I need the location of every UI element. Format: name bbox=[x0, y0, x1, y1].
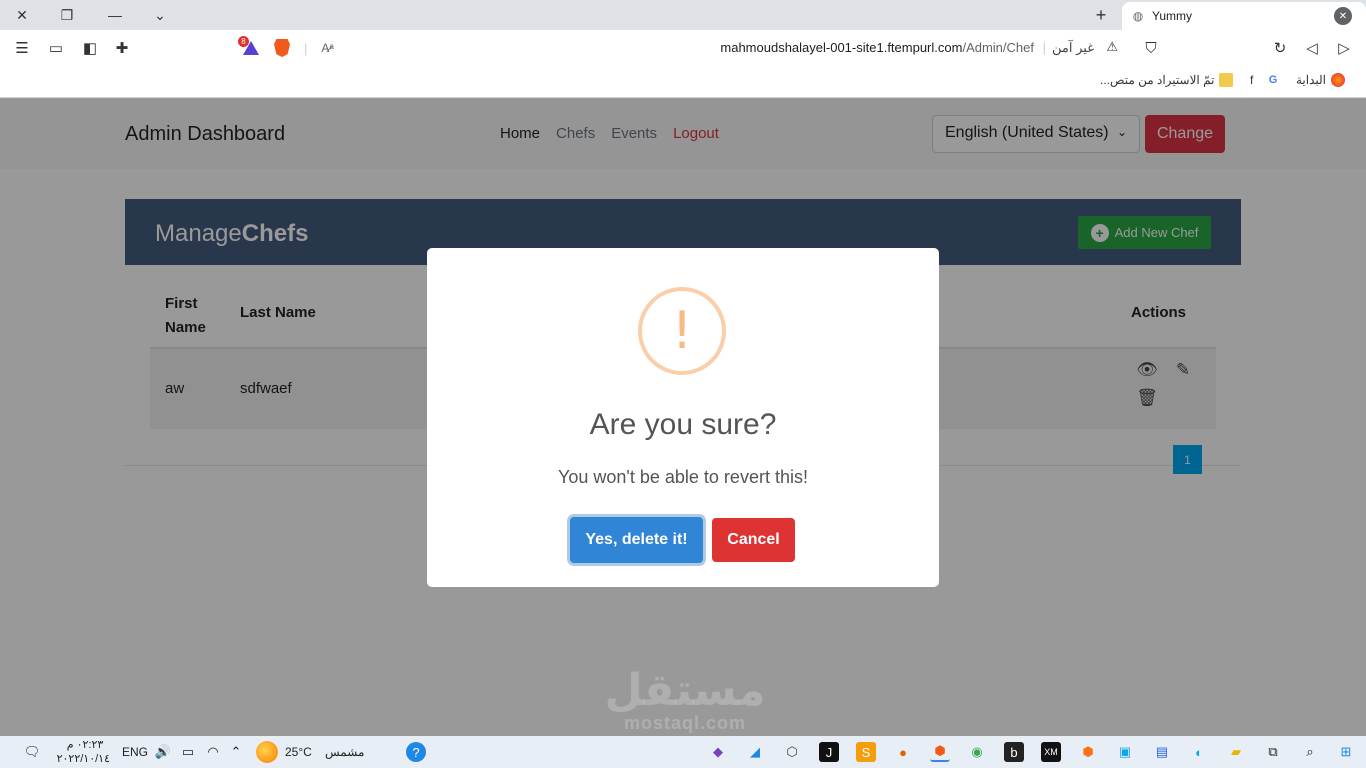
brave-rewards-icon[interactable]: 8 bbox=[238, 36, 260, 58]
file-explorer-icon[interactable]: ▰ bbox=[1226, 742, 1246, 762]
security-label[interactable]: غير آمن bbox=[1052, 40, 1094, 56]
forward-icon[interactable]: ▷ bbox=[1333, 37, 1355, 59]
bookmark-icon[interactable]: ⛉ bbox=[1140, 37, 1162, 59]
bookmark-google[interactable]: G bbox=[1266, 73, 1280, 87]
restore-window-icon[interactable]: ❐ bbox=[56, 4, 78, 26]
reload-icon[interactable]: ↻ bbox=[1269, 37, 1291, 59]
xm-icon[interactable]: XM bbox=[1041, 742, 1061, 762]
close-window-icon[interactable]: ✕ bbox=[11, 4, 33, 26]
confirm-delete-button[interactable]: Yes, delete it! bbox=[570, 517, 703, 563]
tab-close-icon[interactable]: ✕ bbox=[1334, 7, 1352, 25]
bookmark-label: البداية bbox=[1296, 73, 1327, 87]
notification-icon[interactable]: 🗨 bbox=[22, 742, 42, 762]
extensions-icon[interactable]: ✚ bbox=[111, 37, 133, 59]
system-clock[interactable]: ٠٢:٢٣ م ٢٠٢٢/١٠/١٤ bbox=[56, 738, 110, 766]
warning-glyph: ! bbox=[671, 301, 693, 361]
browser-toolbar: ☰ ▭ ◧ ✚ 8 | A̷ᵃ mahmoudshalayel-001-site… bbox=[0, 30, 1366, 66]
bookmark-imported-folder[interactable]: تمّ الاستيراد من متص... bbox=[1100, 73, 1234, 87]
chevron-up-icon[interactable]: ⌃ bbox=[226, 742, 246, 762]
bing-icon[interactable]: b bbox=[1004, 742, 1024, 762]
divider: | bbox=[1042, 40, 1046, 55]
edge-icon[interactable]: ◐ bbox=[1189, 742, 1209, 762]
back-icon[interactable]: ◁ bbox=[1301, 37, 1323, 59]
new-tab-button[interactable]: + bbox=[1090, 4, 1112, 26]
sidebar-icon[interactable]: ◧ bbox=[79, 37, 101, 59]
clock-date: ٢٠٢٢/١٠/١٤ bbox=[56, 753, 110, 765]
sublime-icon[interactable]: S bbox=[856, 742, 876, 762]
tab-yummy[interactable]: ◍ Yummy ✕ bbox=[1122, 2, 1366, 30]
url-host: mahmoudshalayel-001-site1.ftempurl.com bbox=[720, 40, 963, 55]
google-icon: G bbox=[1268, 74, 1278, 86]
divider: | bbox=[304, 40, 308, 56]
bookmark-home[interactable]: البداية bbox=[1296, 73, 1346, 87]
tab-search-chevron-icon[interactable]: ⌄ bbox=[149, 4, 171, 26]
translate-icon[interactable]: A̷ᵃ bbox=[321, 41, 333, 55]
brave-taskbar-icon[interactable]: ⬢ bbox=[930, 742, 950, 762]
vscode-icon[interactable]: ◢ bbox=[745, 742, 765, 762]
url-text[interactable]: mahmoudshalayel-001-site1.ftempurl.com/A… bbox=[720, 40, 1034, 55]
menu-icon[interactable]: ☰ bbox=[11, 37, 33, 59]
temperature[interactable]: 25°C bbox=[285, 745, 312, 759]
language-indicator[interactable]: ENG bbox=[122, 745, 148, 759]
help-icon[interactable]: ? bbox=[406, 742, 426, 762]
bookmark-label: f bbox=[1250, 73, 1254, 87]
warning-exclamation-icon: ! bbox=[638, 287, 726, 375]
bookmark-facebook[interactable]: f bbox=[1250, 73, 1253, 87]
cancel-button[interactable]: Cancel bbox=[712, 518, 795, 562]
brave-shields-icon[interactable] bbox=[274, 39, 290, 57]
search-icon[interactable]: ⌕ bbox=[1300, 742, 1320, 762]
dialog-message: You won't be able to revert this! bbox=[558, 467, 808, 487]
bookmark-label: تمّ الاستيراد من متص... bbox=[1100, 73, 1215, 87]
address-bar[interactable]: 8 | A̷ᵃ mahmoudshalayel-001-site1.ftempu… bbox=[236, 34, 1130, 62]
folder-icon bbox=[1219, 73, 1234, 87]
globe-icon: ◍ bbox=[1132, 9, 1144, 23]
dialog-title: Are you sure? bbox=[589, 408, 777, 441]
warning-icon[interactable]: ⚠ bbox=[1106, 39, 1118, 55]
chrome-icon[interactable]: ◉ bbox=[967, 742, 987, 762]
browser-tab-strip: ✕ ❐ — ⌄ + ◍ Yummy ✕ bbox=[0, 0, 1366, 30]
jetbrains-icon[interactable]: J bbox=[819, 742, 839, 762]
weather-sun-icon[interactable] bbox=[256, 741, 278, 763]
window-app-icon[interactable]: ▤ bbox=[1152, 742, 1172, 762]
volume-icon[interactable]: 🔊 bbox=[153, 742, 173, 762]
confirm-delete-dialog: ! Are you sure? You won't be able to rev… bbox=[427, 248, 939, 587]
postman-icon[interactable]: ⬢ bbox=[1078, 742, 1098, 762]
windows-start-icon[interactable]: ⊞ bbox=[1336, 742, 1356, 762]
wifi-icon[interactable]: ◠ bbox=[203, 742, 223, 762]
bookmarks-bar: البداية G f تمّ الاستيراد من متص... bbox=[0, 66, 1366, 98]
weather-label[interactable]: مشمس bbox=[325, 745, 364, 759]
battery-icon[interactable]: ▭ bbox=[178, 742, 198, 762]
wallet-icon[interactable]: ▭ bbox=[45, 37, 67, 59]
visual-studio-icon[interactable]: ◆ bbox=[708, 742, 728, 762]
hexagon-app-icon[interactable]: ⬡ bbox=[782, 742, 802, 762]
clock-time: ٠٢:٢٣ م bbox=[66, 739, 104, 751]
watermark-latin: mostaql.com bbox=[623, 713, 747, 733]
minimize-window-icon[interactable]: — bbox=[104, 4, 126, 26]
task-view-icon[interactable]: ⧉ bbox=[1263, 742, 1283, 762]
firefox-icon bbox=[1331, 73, 1346, 87]
monitor-icon[interactable]: ▣ bbox=[1115, 742, 1135, 762]
firefox-taskbar-icon[interactable]: ● bbox=[893, 742, 913, 762]
url-path: /Admin/Chef bbox=[962, 40, 1034, 55]
watermark-arabic: مستقل bbox=[604, 665, 766, 716]
watermark: مستقل mostaql.com bbox=[600, 665, 770, 733]
tab-title: Yummy bbox=[1152, 9, 1193, 23]
windows-taskbar: 🗨 ٠٢:٢٣ م ٢٠٢٢/١٠/١٤ ENG 🔊 ▭ ◠ ⌃ 25°C مش… bbox=[0, 736, 1366, 768]
